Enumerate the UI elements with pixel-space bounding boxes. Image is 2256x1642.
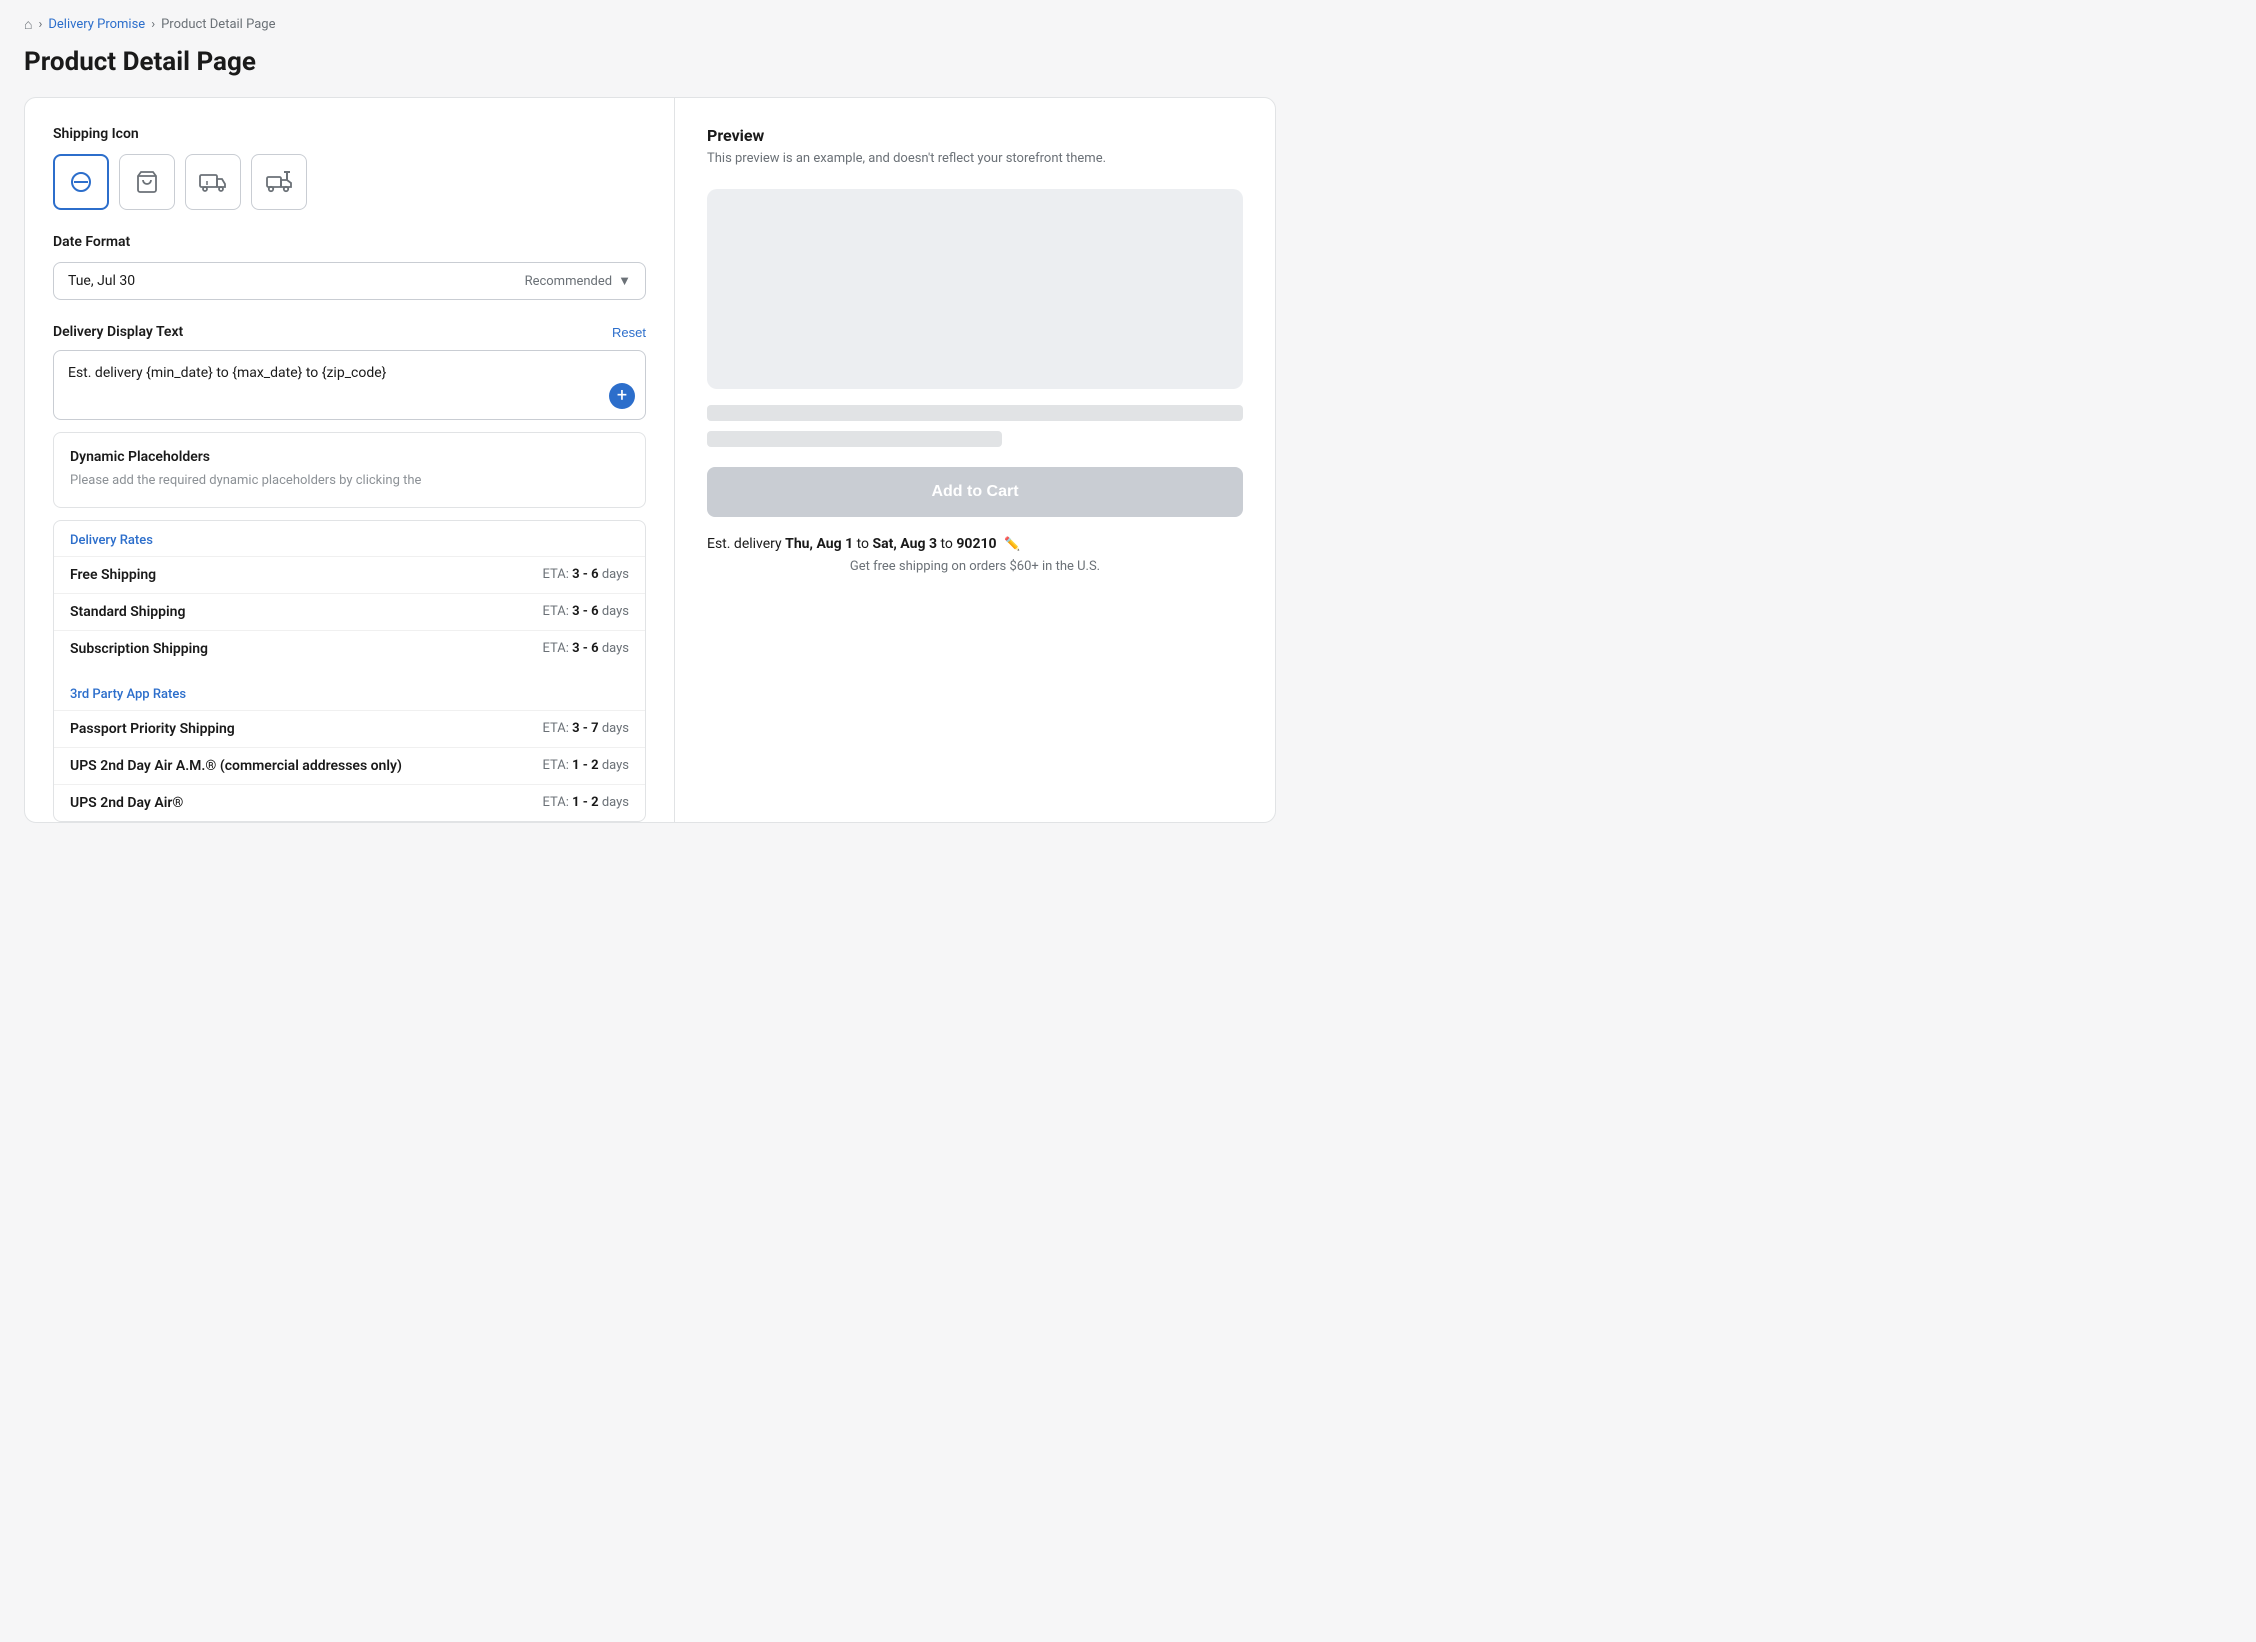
dynamic-placeholders-title: Dynamic Placeholders bbox=[70, 449, 629, 465]
icon-option-truck[interactable] bbox=[185, 154, 241, 210]
chevron-down-icon: ▼ bbox=[618, 273, 631, 289]
table-row: Subscription Shipping ETA: 3 - 6 days bbox=[54, 630, 645, 667]
delivery-display-header: Delivery Display Text Reset bbox=[53, 324, 646, 340]
preview-title: Preview bbox=[707, 126, 1243, 145]
breadcrumb-separator-2: › bbox=[151, 17, 155, 32]
table-row: Standard Shipping ETA: 3 - 6 days bbox=[54, 593, 645, 630]
rate-eta: ETA: 3 - 7 days bbox=[542, 721, 629, 736]
left-panel: Shipping Icon bbox=[25, 98, 675, 822]
breadcrumb-delivery-promise[interactable]: Delivery Promise bbox=[48, 17, 145, 32]
date-format-select[interactable]: Tue, Jul 30 Recommended ▼ bbox=[53, 262, 646, 300]
rate-name: Passport Priority Shipping bbox=[70, 721, 235, 737]
icon-option-no-shipping[interactable] bbox=[53, 154, 109, 210]
add-placeholder-button[interactable]: + bbox=[609, 383, 635, 409]
dynamic-placeholders-box: Dynamic Placeholders Please add the requ… bbox=[53, 432, 646, 508]
icon-option-forklift[interactable] bbox=[251, 154, 307, 210]
breadcrumb: ⌂ › Delivery Promise › Product Detail Pa… bbox=[24, 16, 1276, 33]
rate-eta: ETA: 1 - 2 days bbox=[542, 758, 629, 773]
delivery-rates-section: Delivery Rates Free Shipping ETA: 3 - 6 … bbox=[53, 520, 646, 822]
breadcrumb-current: Product Detail Page bbox=[161, 17, 275, 32]
rate-name: Standard Shipping bbox=[70, 604, 185, 620]
icon-option-cart[interactable] bbox=[119, 154, 175, 210]
delivery-text-box[interactable]: Est. delivery {min_date} to {max_date} t… bbox=[53, 350, 646, 420]
est-delivery-line: Est. delivery Thu, Aug 1 to Sat, Aug 3 t… bbox=[707, 533, 1243, 556]
preview-title-bar bbox=[707, 405, 1243, 421]
date-format-value: Tue, Jul 30 bbox=[68, 273, 135, 289]
shipping-icon-row bbox=[53, 154, 646, 210]
rate-name: UPS 2nd Day Air A.M.® (commercial addres… bbox=[70, 758, 402, 774]
date-format-label: Date Format bbox=[53, 234, 646, 250]
delivery-display-section: Delivery Display Text Reset Est. deliver… bbox=[53, 324, 646, 420]
home-icon[interactable]: ⌂ bbox=[24, 16, 32, 33]
table-row: Passport Priority Shipping ETA: 3 - 7 da… bbox=[54, 710, 645, 747]
shipping-icon-label: Shipping Icon bbox=[53, 126, 646, 142]
free-shipping-note: Get free shipping on orders $60+ in the … bbox=[707, 559, 1243, 574]
main-card: Shipping Icon bbox=[24, 97, 1276, 823]
edit-zip-icon[interactable]: ✏️ bbox=[1004, 537, 1020, 552]
rates-group-label-2: 3rd Party App Rates bbox=[54, 675, 645, 710]
delivery-display-label: Delivery Display Text bbox=[53, 324, 183, 340]
rate-name: UPS 2nd Day Air® bbox=[70, 795, 183, 811]
rate-eta: ETA: 1 - 2 days bbox=[542, 795, 629, 810]
preview-desc: This preview is an example, and doesn't … bbox=[707, 149, 1243, 169]
date-format-section: Date Format Tue, Jul 30 Recommended ▼ bbox=[53, 234, 646, 300]
table-row: UPS 2nd Day Air® ETA: 1 - 2 days bbox=[54, 784, 645, 821]
rates-group-label-1: Delivery Rates bbox=[54, 521, 645, 556]
reset-button[interactable]: Reset bbox=[612, 325, 646, 340]
rate-name: Free Shipping bbox=[70, 567, 156, 583]
page-title: Product Detail Page bbox=[24, 47, 1276, 77]
rate-eta: ETA: 3 - 6 days bbox=[542, 567, 629, 582]
preview-image bbox=[707, 189, 1243, 389]
date-format-recommended: Recommended ▼ bbox=[525, 273, 631, 289]
table-row: Free Shipping ETA: 3 - 6 days bbox=[54, 556, 645, 593]
add-to-cart-button[interactable]: Add to Cart bbox=[707, 467, 1243, 517]
rate-eta: ETA: 3 - 6 days bbox=[542, 604, 629, 619]
rate-eta: ETA: 3 - 6 days bbox=[542, 641, 629, 656]
rate-name: Subscription Shipping bbox=[70, 641, 208, 657]
breadcrumb-separator-1: › bbox=[38, 17, 42, 32]
dynamic-placeholders-desc: Please add the required dynamic placehol… bbox=[70, 471, 629, 491]
table-row: UPS 2nd Day Air A.M.® (commercial addres… bbox=[54, 747, 645, 784]
right-panel: Preview This preview is an example, and … bbox=[675, 98, 1275, 822]
preview-subtitle-bar bbox=[707, 431, 1002, 447]
delivery-text-content: Est. delivery {min_date} to {max_date} t… bbox=[68, 363, 631, 384]
